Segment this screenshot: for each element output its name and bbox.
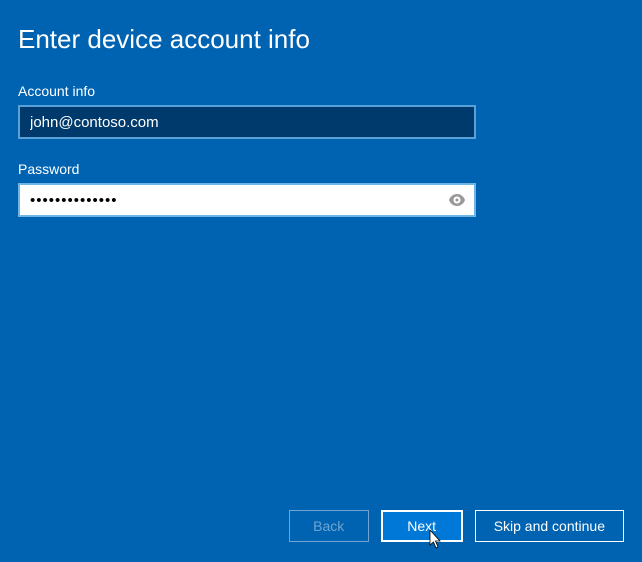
back-button[interactable]: Back (289, 510, 369, 542)
next-button[interactable]: Next (381, 510, 463, 542)
account-label: Account info (18, 83, 624, 99)
account-field-group: Account info (18, 83, 624, 139)
password-field-group: Password (18, 161, 624, 217)
password-input-wrapper (18, 183, 476, 217)
page-title: Enter device account info (18, 24, 624, 55)
button-bar: Back Next Skip and continue (289, 510, 624, 542)
account-input[interactable] (18, 105, 476, 139)
reveal-password-icon[interactable] (446, 194, 474, 206)
password-input[interactable] (20, 185, 446, 215)
password-label: Password (18, 161, 624, 177)
skip-and-continue-button[interactable]: Skip and continue (475, 510, 624, 542)
